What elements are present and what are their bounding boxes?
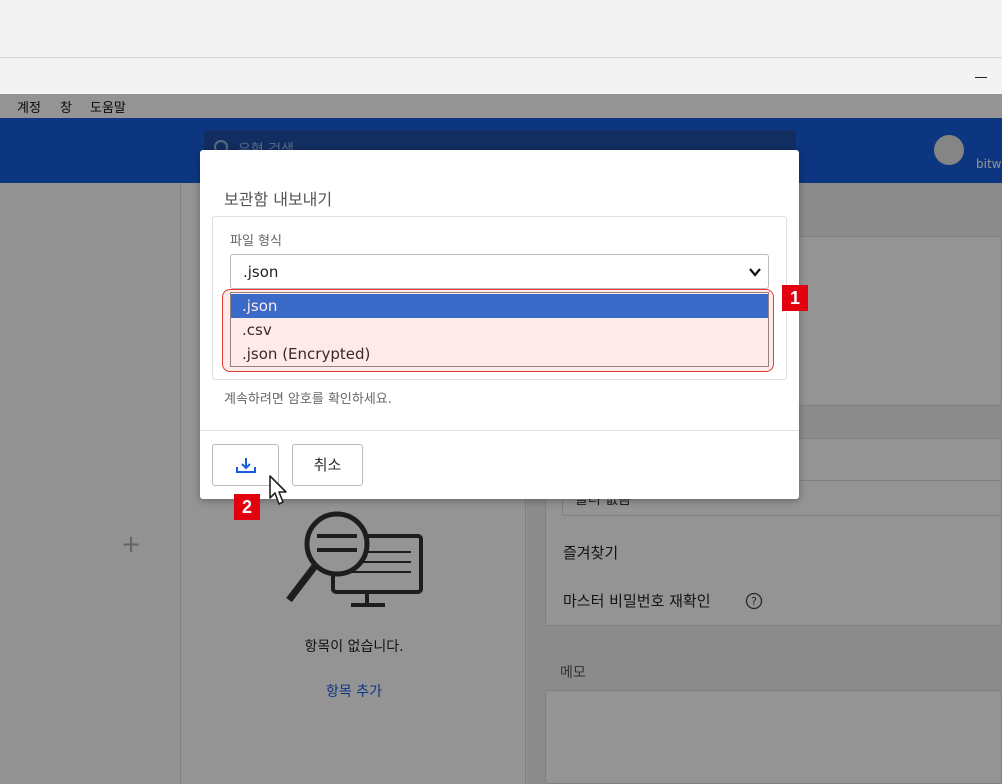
file-format-selected: .json xyxy=(243,263,279,281)
step-badge-2: 2 xyxy=(234,494,260,520)
window-control-bar xyxy=(0,58,1002,94)
confirm-password-hint: 계속하려면 암호를 확인하세요. xyxy=(224,392,392,407)
chevron-down-icon xyxy=(749,268,761,277)
title-bar xyxy=(0,0,1002,58)
dialog-title: 보관함 내보내기 xyxy=(224,190,333,209)
step-badge-1: 1 xyxy=(782,285,808,311)
download-icon xyxy=(236,458,256,473)
mouse-pointer-icon xyxy=(269,475,287,505)
dialog-footer-divider xyxy=(200,430,799,431)
minimize-icon[interactable] xyxy=(974,66,988,80)
file-format-select[interactable]: .json xyxy=(230,254,769,289)
file-format-label: 파일 형식 xyxy=(230,234,282,249)
cancel-button[interactable]: 취소 xyxy=(292,444,363,486)
format-options-highlight xyxy=(222,289,774,372)
